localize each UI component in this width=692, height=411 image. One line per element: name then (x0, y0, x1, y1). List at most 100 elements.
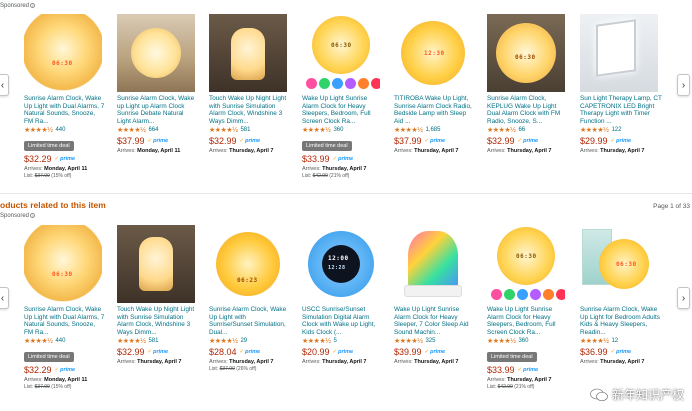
prime-badge: prime (240, 138, 260, 144)
review-count[interactable]: 581 (148, 338, 158, 344)
star-rating-icon: ★★★★½ (117, 127, 146, 134)
clock-display: 12:30 (424, 50, 445, 57)
review-count[interactable]: 440 (55, 338, 65, 344)
rating[interactable]: ★★★★½ 581 (209, 126, 291, 134)
product-image[interactable] (117, 14, 195, 92)
product-image[interactable]: 12:30 (394, 14, 472, 92)
product-image[interactable]: 06:23 (209, 225, 287, 303)
product-title-link[interactable]: USCC Sunrise/Sunset Simulation Digital A… (302, 306, 384, 336)
product-image[interactable] (394, 225, 472, 303)
product-title-link[interactable]: Touch Wake Up Night Light with Sunrise S… (209, 95, 291, 125)
product-title-link[interactable]: Sunrise Alarm Clock, Wake Up Light with … (24, 306, 106, 336)
product-title-link[interactable]: Sunrise Alarm Clock, Wake up Light up Al… (117, 95, 199, 125)
product-image[interactable]: 06:30 (487, 225, 565, 303)
rating[interactable]: ★★★★½ 1,685 (394, 126, 476, 134)
rating[interactable]: ★★★★½ 12 (580, 337, 662, 345)
rating[interactable]: ★★★★½ 29 (209, 337, 291, 345)
price[interactable]: $33.99 (302, 154, 330, 164)
product-image[interactable]: 06:30 (24, 14, 102, 92)
rating[interactable]: ★★★★½ 66 (487, 126, 569, 134)
price[interactable]: $36.99 (580, 347, 608, 357)
price[interactable]: $33.99 (487, 365, 515, 375)
carousel-next-button[interactable]: › (677, 287, 690, 309)
price[interactable]: $32.99 (209, 136, 237, 146)
rating[interactable]: ★★★★½ 5 (302, 337, 384, 345)
product-card[interactable]: Sunrise Alarm Clock, Wake up Light up Al… (117, 14, 199, 154)
price[interactable]: $28.04 (209, 347, 237, 357)
product-card[interactable]: Sun Light Therapy Lamp, CT CAPETRONIX LE… (580, 14, 662, 154)
review-count[interactable]: 360 (333, 127, 343, 133)
rating[interactable]: ★★★★½ 360 (302, 126, 384, 134)
product-title-link[interactable]: Touch Wake Up Night Light with Sunrise S… (117, 306, 199, 336)
price[interactable]: $20.99 (302, 347, 330, 357)
carousel-prev-button[interactable]: ‹ (0, 74, 9, 96)
product-title-link[interactable]: Sunrise Alarm Clock, Wake Up Light with … (209, 306, 291, 336)
review-count[interactable]: 360 (518, 338, 528, 344)
product-card[interactable]: Touch Wake Up Night Light with Sunrise S… (117, 225, 199, 365)
product-image[interactable] (209, 14, 287, 92)
product-card[interactable]: 06:30 Wake Up Light Sunrise Alarm Clock … (487, 225, 569, 390)
list-price: List: $42.99 (21% off) (487, 384, 535, 390)
product-card[interactable]: 06:30 Sunrise Alarm Clock, Wake Up Light… (24, 14, 106, 179)
review-count[interactable]: 12 (611, 338, 618, 344)
product-card[interactable]: 12:30 TITIROBA Wake Up Light, Sunrise Al… (394, 14, 476, 154)
product-title-link[interactable]: Sunrise Alarm Clock, KEPLUG Wake Up Ligh… (487, 95, 569, 125)
price[interactable]: $32.29 (24, 365, 52, 375)
price[interactable]: $37.99 (394, 136, 422, 146)
product-card[interactable]: 12:00 12:28 USCC Sunrise/Sunset Simulati… (302, 225, 384, 365)
review-count[interactable]: 122 (611, 127, 621, 133)
product-title-link[interactable]: Sun Light Therapy Lamp, CT CAPETRONIX LE… (580, 95, 662, 125)
price[interactable]: $37.99 (117, 136, 145, 146)
product-title-link[interactable]: TITIROBA Wake Up Light, Sunrise Alarm Cl… (394, 95, 476, 125)
rating[interactable]: ★★★★½ 360 (487, 337, 569, 345)
clock-base (404, 285, 462, 297)
product-image[interactable]: 06:30 (302, 14, 380, 92)
prime-badge: prime (611, 138, 631, 144)
product-card[interactable]: 06:30 Sunrise Alarm Clock, Wake Up Light… (580, 225, 662, 365)
product-image[interactable]: 12:00 12:28 (302, 225, 380, 303)
review-count[interactable]: 29 (240, 338, 247, 344)
product-image[interactable] (580, 14, 658, 92)
delivery-date: Arrives: Thursday, April 7 (302, 166, 367, 172)
rating[interactable]: ★★★★½ 440 (24, 126, 106, 134)
carousel-next-button[interactable]: › (677, 74, 690, 96)
product-title-link[interactable]: Sunrise Alarm Clock, Wake Up Light for B… (580, 306, 662, 336)
carousel-prev-button[interactable]: ‹ (0, 287, 9, 309)
star-rating-icon: ★★★★½ (394, 338, 423, 345)
info-icon[interactable]: i (30, 3, 36, 8)
product-image[interactable] (117, 225, 195, 303)
price[interactable]: $29.99 (580, 136, 608, 146)
price[interactable]: $32.99 (117, 347, 145, 357)
review-count[interactable]: 1,685 (425, 127, 440, 133)
product-title-link[interactable]: Sunrise Alarm Clock, Wake Up Light with … (24, 95, 106, 125)
product-card[interactable]: Touch Wake Up Night Light with Sunrise S… (209, 14, 291, 154)
product-image[interactable]: 06:30 (24, 225, 102, 303)
rating[interactable]: ★★★★½ 440 (24, 337, 106, 345)
price[interactable]: $32.99 (487, 136, 515, 146)
product-card[interactable]: 06:30 Sunrise Alarm Clock, KEPLUG Wake U… (487, 14, 569, 154)
info-icon[interactable]: i (30, 213, 36, 218)
product-card[interactable]: 06:23 Sunrise Alarm Clock, Wake Up Light… (209, 225, 291, 372)
review-count[interactable]: 664 (148, 127, 158, 133)
product-card[interactable]: 06:30 Sunrise Alarm Clock, Wake Up Light… (24, 225, 106, 390)
rating[interactable]: ★★★★½ 325 (394, 337, 476, 345)
review-count[interactable]: 66 (518, 127, 525, 133)
lamp-graphic (496, 23, 556, 83)
price[interactable]: $39.99 (394, 347, 422, 357)
product-image[interactable]: 06:30 (487, 14, 565, 92)
review-count[interactable]: 440 (55, 127, 65, 133)
color-dots (306, 78, 380, 89)
product-card[interactable]: Wake Up Light Sunrise Alarm Clock for He… (394, 225, 476, 365)
rating[interactable]: ★★★★½ 664 (117, 126, 199, 134)
rating[interactable]: ★★★★½ 581 (117, 337, 199, 345)
product-title-link[interactable]: Wake Up Light Sunrise Alarm Clock for He… (394, 306, 476, 336)
product-card[interactable]: 06:30 Wake Up Light Sunrise Alarm Clock … (302, 14, 384, 179)
product-title-link[interactable]: Wake Up Light Sunrise Alarm Clock for He… (302, 95, 384, 125)
review-count[interactable]: 581 (240, 127, 250, 133)
price[interactable]: $32.29 (24, 154, 52, 164)
rating[interactable]: ★★★★½ 122 (580, 126, 662, 134)
review-count[interactable]: 325 (425, 338, 435, 344)
review-count[interactable]: 5 (333, 338, 336, 344)
product-title-link[interactable]: Wake Up Light Sunrise Alarm Clock for He… (487, 306, 569, 336)
product-image[interactable]: 06:30 (580, 225, 658, 303)
